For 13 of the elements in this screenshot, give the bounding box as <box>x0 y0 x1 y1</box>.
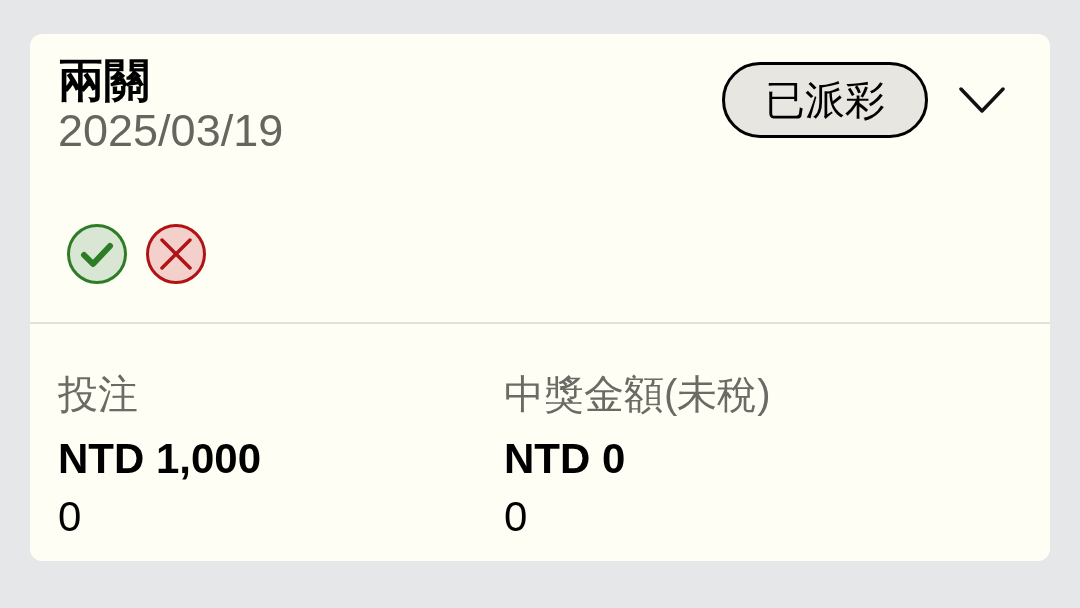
check-circle-icon <box>67 224 127 284</box>
stat-amount: NTD 1,000 <box>58 435 262 483</box>
card-title: 兩關 <box>58 55 150 105</box>
expand-toggle[interactable] <box>958 85 1006 115</box>
stat-value: 0 <box>504 493 528 541</box>
stat-amount: NTD 0 <box>504 435 626 483</box>
stat-value: 0 <box>58 493 82 541</box>
stat-label: 投注 <box>58 371 138 418</box>
chevron-down-icon <box>959 86 1005 114</box>
status-badge: 已派彩 <box>722 62 928 138</box>
stat-label: 中獎金額(未稅) <box>504 371 771 418</box>
cross-circle-icon <box>146 224 206 284</box>
bet-date: 2025/03/19 <box>58 106 284 156</box>
